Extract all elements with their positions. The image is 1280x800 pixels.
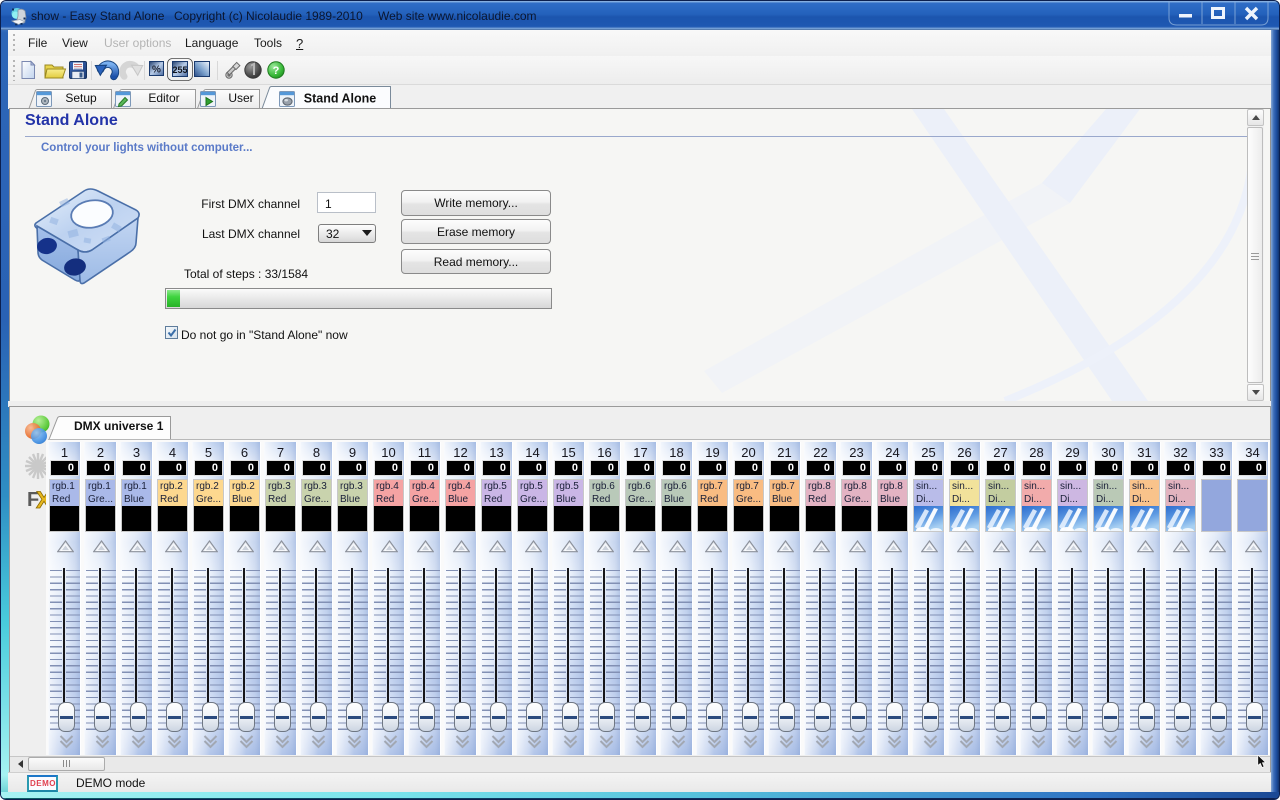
svg-text:255: 255 — [172, 65, 187, 75]
svg-text:?: ? — [273, 65, 280, 77]
svg-text:User: User — [228, 91, 253, 105]
svg-text:Stand Alone: Stand Alone — [304, 92, 377, 106]
svg-text:Setup: Setup — [65, 91, 97, 105]
svg-text:%: % — [152, 65, 161, 76]
svg-text:Editor: Editor — [148, 91, 179, 105]
